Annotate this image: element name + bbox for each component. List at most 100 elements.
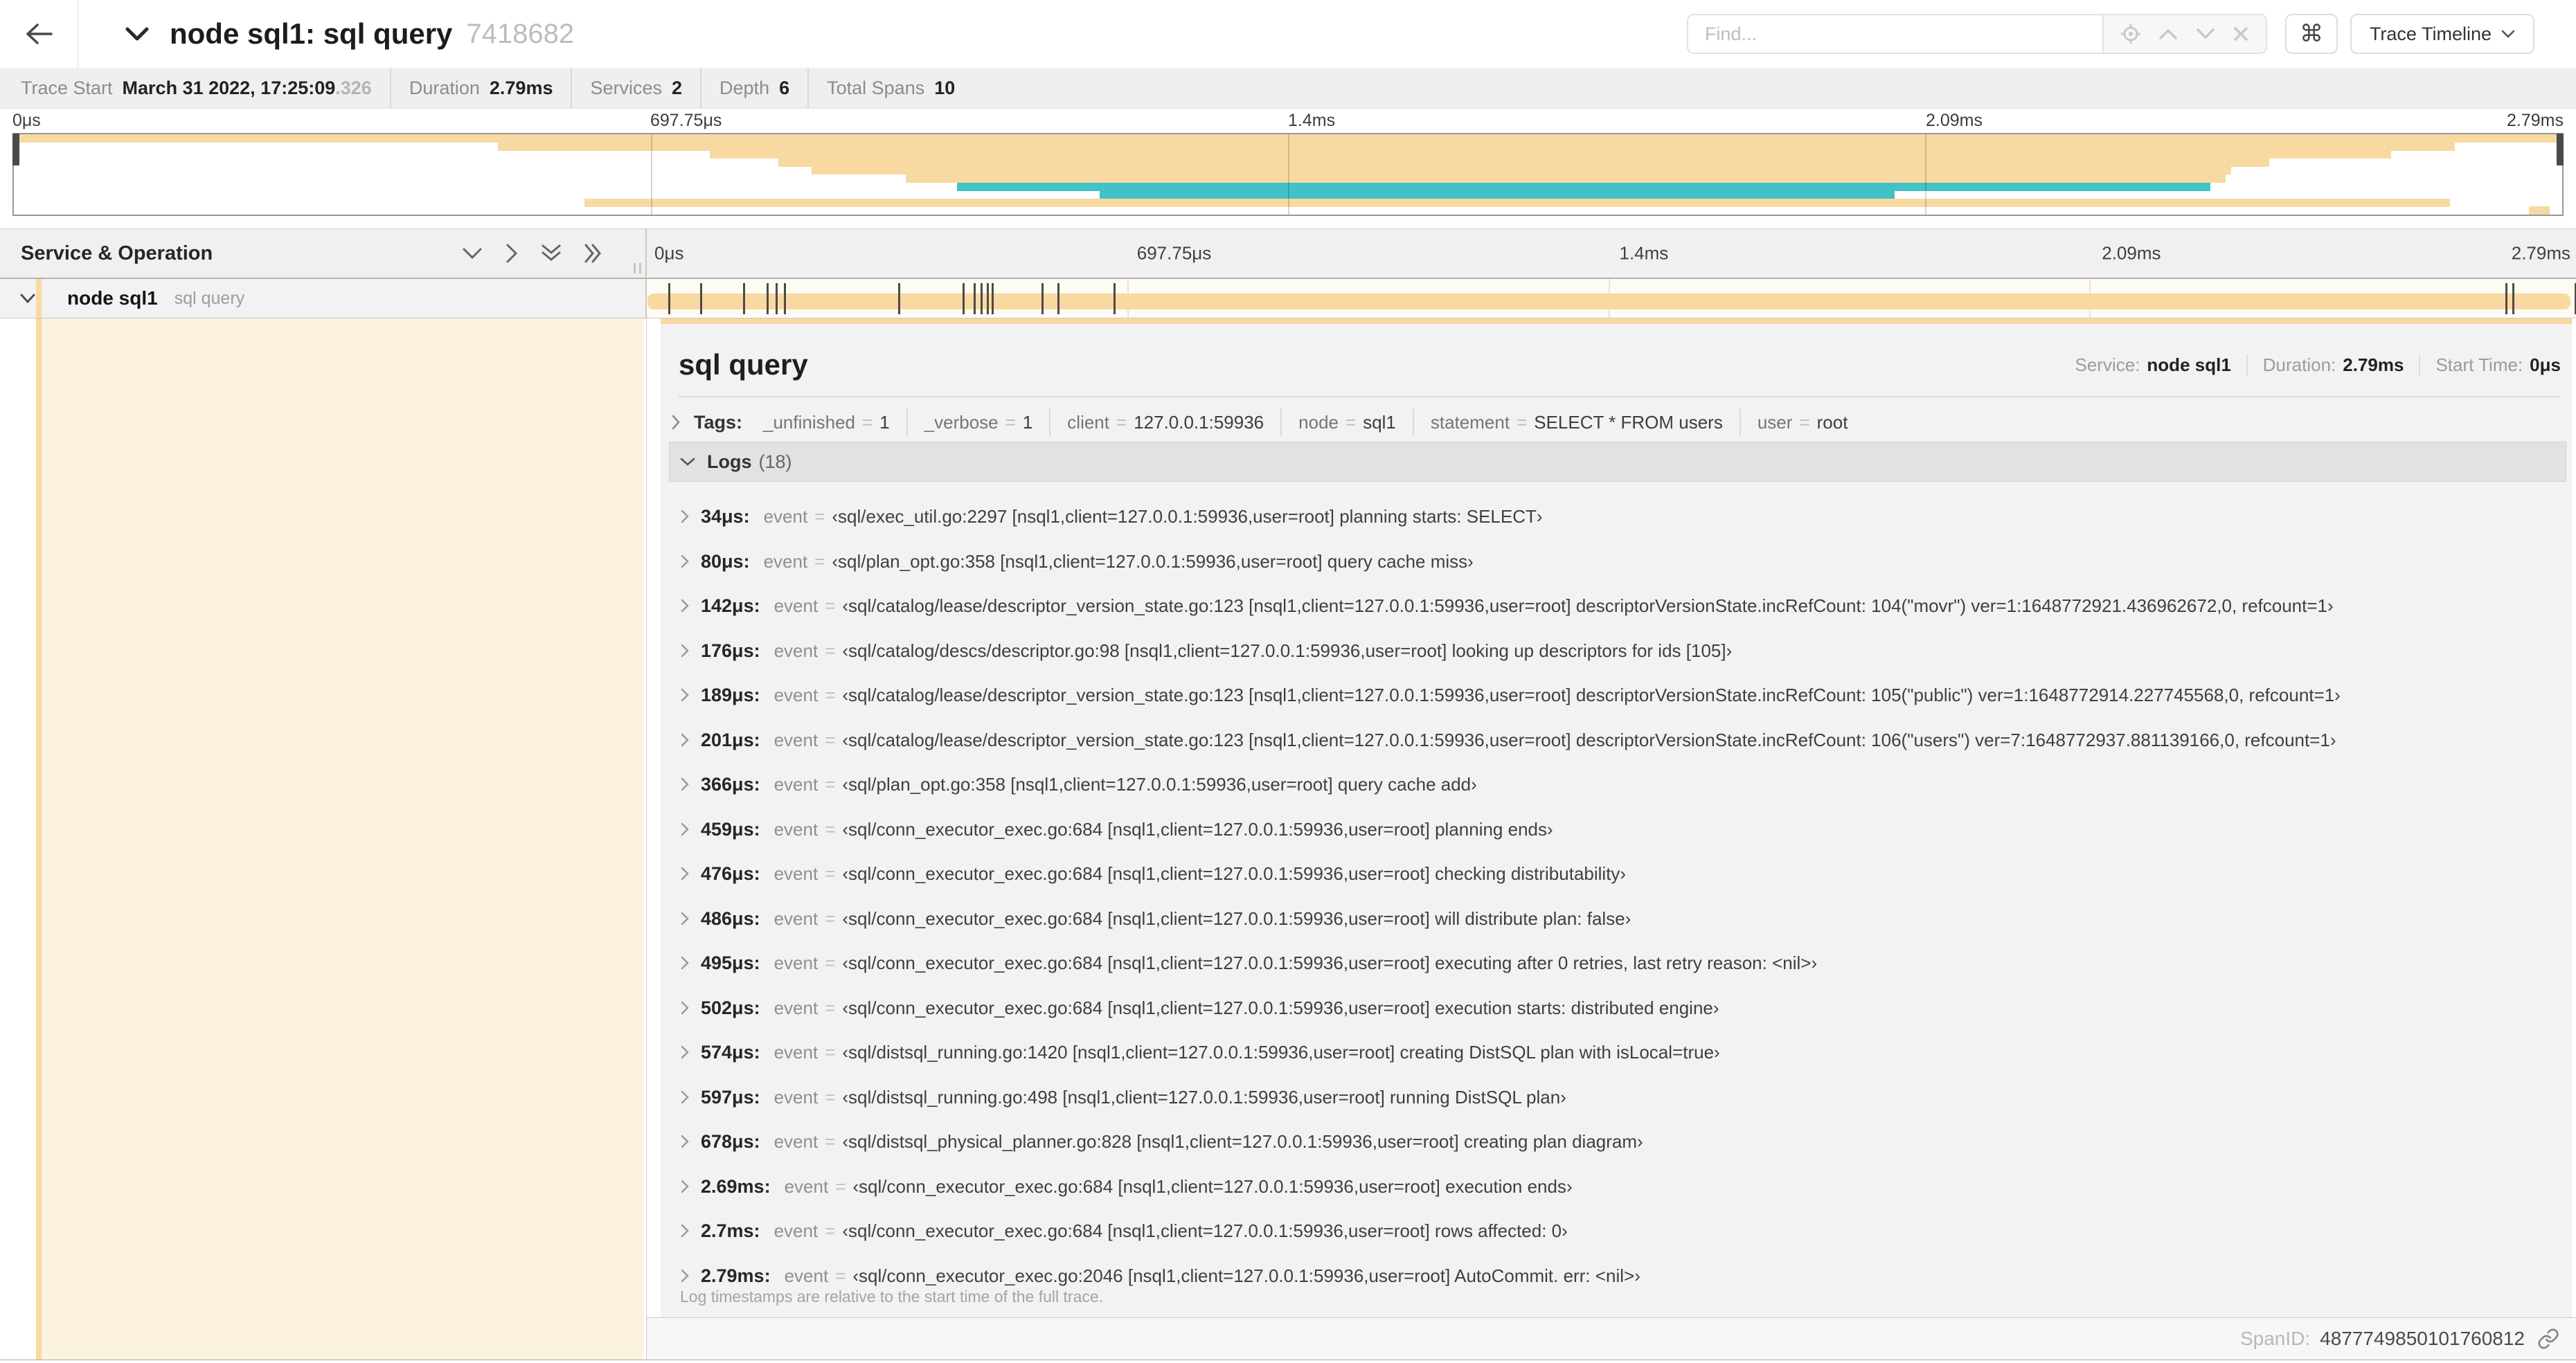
tags-label: Tags: [694, 411, 743, 433]
keyboard-shortcuts-button[interactable]: ⌘ [2284, 14, 2338, 54]
find-input[interactable] [1686, 14, 2102, 54]
divider [679, 396, 2561, 397]
log-entry[interactable]: 502μs: event = ‹sql/conn_executor_exec.go:6… [670, 986, 2566, 1030]
find-next-chevron-down-icon[interactable] [2195, 27, 2216, 41]
log-marker-tick [766, 283, 769, 314]
log-marker-tick [2512, 283, 2515, 314]
log-marker-tick [668, 283, 670, 314]
minimap-span-bar [2529, 206, 2550, 215]
timeline-axis-label: 1.4ms [1619, 242, 1669, 264]
log-entry[interactable]: 189μs: event = ‹sql/catalog/lease/descripto… [670, 673, 2566, 717]
chevron-right-icon [680, 1268, 690, 1283]
log-entry[interactable]: 476μs: event = ‹sql/conn_executor_exec.go:6… [670, 851, 2566, 896]
trace-view-selector[interactable]: Trace Timeline [2350, 14, 2534, 54]
span-name-cell[interactable]: node sql1 sql query [0, 279, 646, 318]
chevron-right-icon [680, 509, 690, 524]
log-entry[interactable]: 176μs: event = ‹sql/catalog/descs/descripto… [670, 629, 2566, 673]
view-selector-label: Trace Timeline [2369, 23, 2492, 44]
log-marker-tick [742, 283, 745, 314]
minimap-span-bar [584, 198, 2451, 207]
collapse-all-double-chevron-down-icon[interactable] [540, 243, 562, 264]
log-entry[interactable]: 366μs: event = ‹sql/plan_opt.go:358 [nsql1,… [670, 762, 2566, 806]
log-marker-tick [1041, 283, 1044, 314]
log-entry[interactable]: 34μs: event = ‹sql/exec_util.go:2297 [nsql1… [670, 494, 2566, 539]
log-marker-tick [775, 283, 778, 314]
span-duration-bar[interactable] [647, 294, 2570, 309]
logs-accordion-header[interactable]: Logs (18) [669, 442, 2566, 482]
tag-chip: node = sql1 [1280, 408, 1413, 436]
log-entry[interactable]: 2.69ms: event = ‹sql/conn_executor_exec.go:… [670, 1164, 2566, 1209]
chevron-right-icon [680, 1090, 690, 1105]
minimap-axis-label: 0μs [12, 111, 41, 130]
trace-summary-bar: Trace Start March 31 2022, 17:25:09.326 Du… [0, 67, 2576, 109]
log-entry[interactable]: 597μs: event = ‹sql/distsql_running.go:498 … [670, 1075, 2566, 1119]
window-bottom-edge [0, 1360, 2576, 1363]
chevron-right-icon [680, 866, 690, 881]
trace-stat: Depth 6 [700, 67, 807, 109]
log-marker-tick [783, 283, 786, 314]
span-detail-title: sql query [679, 348, 808, 381]
viewport-right-scrubber[interactable] [2557, 134, 2564, 165]
trace-stat: Services 2 [571, 67, 700, 109]
timeline-header-row: Service & Operation 0μs 697.75μs 1.4ms 2.09… [0, 228, 2576, 279]
chevron-right-icon [680, 1045, 690, 1060]
chevron-right-icon [670, 414, 681, 431]
log-marker-tick [992, 283, 994, 314]
log-entry[interactable]: 201μs: event = ‹sql/catalog/lease/descripto… [670, 718, 2566, 762]
find-prev-chevron-up-icon[interactable] [2158, 27, 2179, 41]
column-resizer-handle[interactable] [634, 263, 641, 273]
expand-one-chevron-right-icon[interactable] [504, 242, 519, 264]
expand-collapse-controls [461, 229, 604, 278]
logs-label: Logs [707, 451, 752, 472]
log-entry[interactable]: 495μs: event = ‹sql/conn_executor_exec.go:6… [670, 941, 2566, 985]
service-operation-header: Service & Operation [0, 229, 646, 278]
log-marker-tick [974, 283, 976, 314]
chevron-right-icon [680, 911, 690, 926]
tag-chip: _unfinished = 1 [763, 412, 890, 433]
minimap-span-bar [811, 166, 2231, 175]
find-controls [2102, 14, 2267, 54]
expand-all-double-chevron-right-icon[interactable] [583, 242, 604, 264]
span-footer-bar: SpanID: 4877749850101760812 [647, 1317, 2576, 1360]
command-icon: ⌘ [2299, 21, 2323, 47]
grid-line [651, 134, 652, 215]
span-meta-item: Duration: 2.79ms [2246, 354, 2420, 376]
log-entry[interactable]: 2.7ms: event = ‹sql/conn_executor_exec.go:6… [670, 1209, 2566, 1253]
log-entry[interactable]: 574μs: event = ‹sql/distsql_running.go:1420… [670, 1030, 2566, 1074]
minimap-axis-labels: 0μs 697.75μs 1.4ms 2.09ms 2.79ms [12, 111, 2564, 132]
tag-chip: statement = SELECT * FROM users [1412, 408, 1739, 436]
timeline-axis-label: 2.09ms [2102, 242, 2161, 264]
log-marker-tick [1113, 283, 1116, 314]
log-entry[interactable]: 80μs: event = ‹sql/plan_opt.go:358 [nsql1,c… [670, 539, 2566, 584]
log-marker-tick [1057, 283, 1060, 314]
minimap-axis-label: 2.09ms [1926, 111, 1983, 130]
viewport-left-scrubber[interactable] [12, 134, 19, 165]
tag-chip: client = 127.0.0.1:59936 [1049, 408, 1280, 436]
collapse-one-chevron-down-icon[interactable] [461, 246, 483, 261]
log-entry[interactable]: 486μs: event = ‹sql/conn_executor_exec.go:6… [670, 896, 2566, 941]
minimap-span-bar [498, 142, 2456, 151]
tags-accordion[interactable]: Tags: _unfinished = 1 _verbose = 1 client = 127.… [670, 406, 2561, 439]
chevron-right-icon [680, 777, 690, 792]
chevron-right-icon [680, 643, 690, 658]
chevron-right-icon [680, 554, 690, 569]
grid-line [1925, 134, 1926, 215]
collapse-trace-chevron-down-icon[interactable] [124, 24, 150, 44]
log-marker-tick [962, 283, 965, 314]
detail-row-left-column [36, 318, 644, 1360]
detail-row-tint [42, 318, 644, 1360]
minimap-axis-label: 1.4ms [1288, 111, 1336, 130]
deep-link-icon[interactable] [2537, 1328, 2559, 1350]
span-timeline-cell[interactable] [646, 279, 2576, 318]
log-entry[interactable]: 142μs: event = ‹sql/catalog/lease/descripto… [670, 584, 2566, 628]
span-collapse-chevron-down-icon[interactable] [19, 293, 36, 305]
trace-stat: Trace Start March 31 2022, 17:25:09.326 [21, 77, 372, 98]
span-detail-panel: sql query Service: node sql1 Duration: 2.79… [661, 318, 2572, 1317]
locate-icon[interactable] [2120, 24, 2141, 44]
log-entry[interactable]: 678μs: event = ‹sql/distsql_physical_planne… [670, 1119, 2566, 1164]
minimap-canvas[interactable] [12, 133, 2564, 216]
find-clear-x-icon[interactable] [2233, 26, 2249, 42]
back-button[interactable] [0, 0, 78, 68]
log-entry[interactable]: 459μs: event = ‹sql/conn_executor_exec.go:6… [670, 807, 2566, 851]
logs-footnote: Log timestamps are relative to the start… [680, 1288, 1104, 1306]
